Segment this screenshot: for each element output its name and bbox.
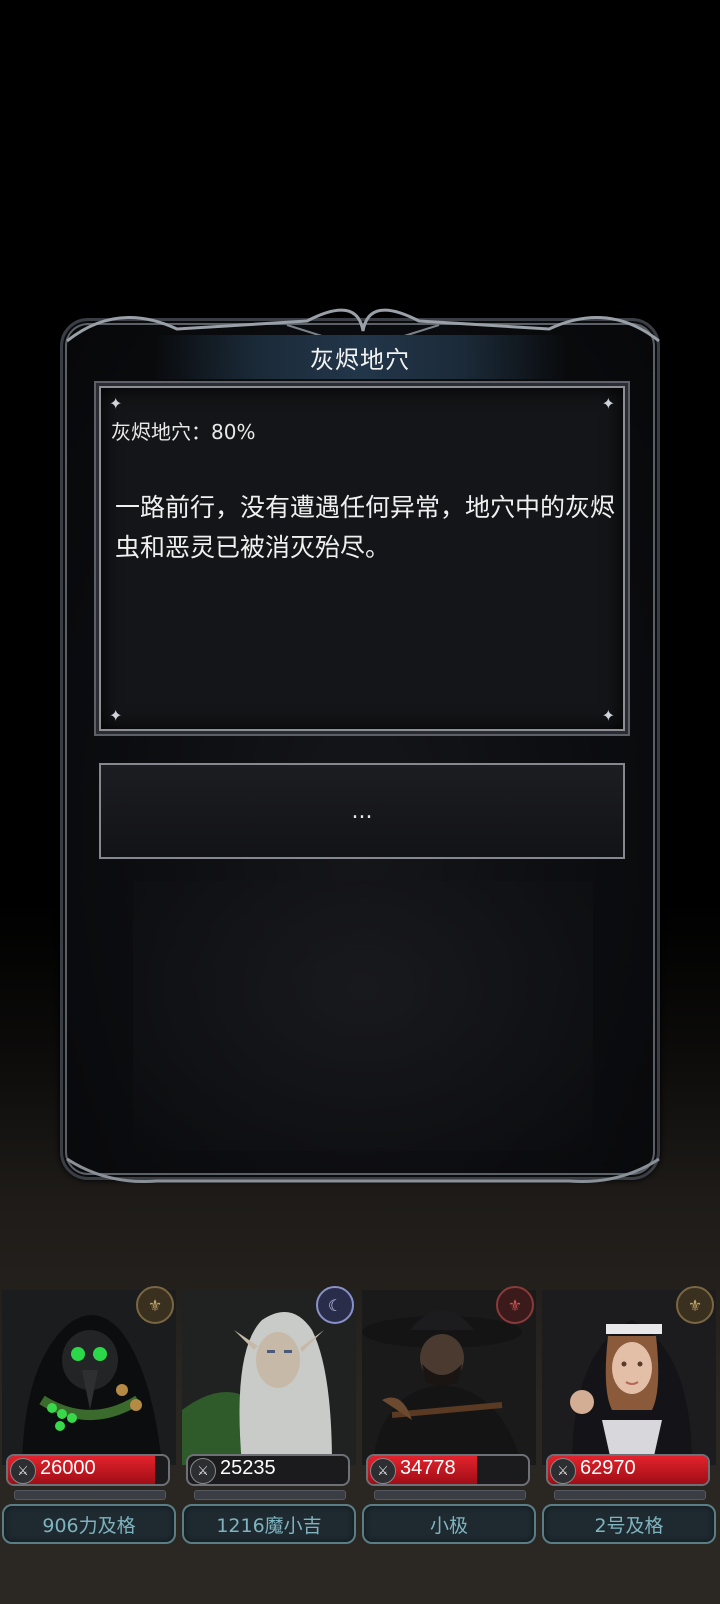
exploration-progress: 灰烬地穴：80% <box>111 420 256 444</box>
hp-value: 25235 <box>220 1457 276 1479</box>
bronze-crest-icon: ⚜ <box>136 1286 174 1324</box>
member-name-plate[interactable]: 906力及格 <box>2 1504 176 1544</box>
sword-icon: ⚔ <box>190 1458 216 1484</box>
party-member-3[interactable]: ⚜ ⚔ 34778 小极 <box>360 1286 538 1550</box>
ornate-frame-bottom <box>66 1157 660 1183</box>
hp-bar: ⚔ 62970 <box>546 1454 710 1486</box>
member-name-plate[interactable]: 1216魔小吉 <box>182 1504 356 1544</box>
sparkle-icon: ✦ <box>601 394 615 413</box>
member-name: 2号及格 <box>594 1514 664 1537</box>
party-member-4[interactable]: ⚜ ⚔ 62970 2号及格 <box>540 1286 718 1550</box>
hp-bar: ⚔ 34778 <box>366 1454 530 1486</box>
continue-label: ... <box>351 798 373 824</box>
hp-bar: ⚔ 25235 <box>186 1454 350 1486</box>
sparkle-icon: ✦ <box>601 706 615 725</box>
member-name-plate[interactable]: 小极 <box>362 1504 536 1544</box>
dialog-title-bar: 灰烬地穴 <box>153 335 567 379</box>
moon-orb-icon: ☾ <box>316 1286 354 1324</box>
energy-bar <box>194 1490 346 1500</box>
member-name: 1216魔小吉 <box>216 1514 322 1537</box>
sword-icon: ⚔ <box>550 1458 576 1484</box>
member-name-plate[interactable]: 2号及格 <box>542 1504 716 1544</box>
sword-icon: ⚔ <box>370 1458 396 1484</box>
energy-bar <box>374 1490 526 1500</box>
dialog-title: 灰烬地穴 <box>310 345 410 374</box>
member-name: 小极 <box>429 1514 468 1537</box>
story-text: 一路前行，没有遭遇任何异常，地穴中的灰烬虫和恶灵已被消灭殆尽。 <box>115 493 616 562</box>
hp-value: 26000 <box>40 1457 96 1479</box>
continue-button[interactable]: ... <box>99 763 625 859</box>
bronze-crest-icon: ⚜ <box>676 1286 714 1324</box>
party-member-2[interactable]: ☾ ⚔ 25235 1216魔小吉 <box>180 1286 358 1550</box>
member-name: 906力及格 <box>42 1514 136 1537</box>
background-texture <box>133 881 593 1151</box>
sparkle-icon: ✦ <box>109 394 123 413</box>
sword-icon: ⚔ <box>10 1458 36 1484</box>
hp-value: 62970 <box>580 1457 636 1479</box>
red-crest-icon: ⚜ <box>496 1286 534 1324</box>
story-panel: ✦ ✦ ✦ ✦ 灰烬地穴：80% 一路前行，没有遭遇任何异常，地穴中的灰烬虫和恶… <box>99 386 625 731</box>
sparkle-icon: ✦ <box>109 706 123 725</box>
hp-value: 34778 <box>400 1457 456 1479</box>
event-dialog: 灰烬地穴 ✦ ✦ ✦ ✦ 灰烬地穴：80% 一路前行，没有遭遇任何异常，地穴中的… <box>60 308 660 1183</box>
energy-bar <box>14 1490 166 1500</box>
party-member-1[interactable]: ⚜ ⚔ 26000 906力及格 <box>0 1286 178 1550</box>
energy-bar <box>554 1490 706 1500</box>
party-bar: ⚜ ⚔ 26000 906力及格 ☾ ⚔ 25235 1216魔小吉 ⚜ ⚔ 3… <box>0 1286 720 1550</box>
hp-bar: ⚔ 26000 <box>6 1454 170 1486</box>
